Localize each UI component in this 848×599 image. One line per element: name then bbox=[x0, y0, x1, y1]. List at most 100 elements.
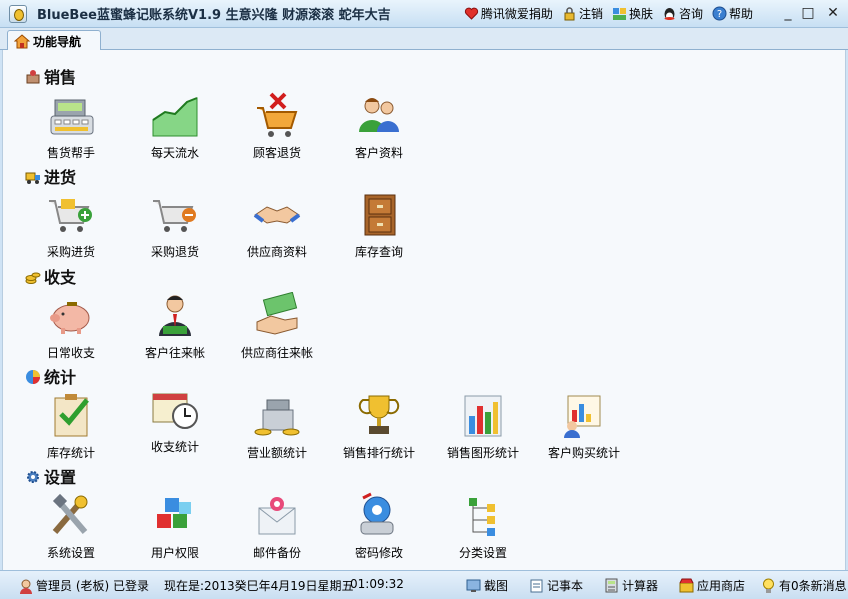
store-icon bbox=[679, 578, 694, 593]
tab-function-nav[interactable]: 功能导航 bbox=[7, 30, 101, 51]
screenshot-icon bbox=[466, 578, 481, 593]
file-cabinet-icon bbox=[353, 191, 405, 239]
title-menu: 腾讯微爱捐助 注销 换肤 咨询 ? 帮助 bbox=[464, 5, 753, 22]
close-button[interactable]: ✕ bbox=[823, 4, 843, 22]
item-label: 密码修改 bbox=[354, 546, 403, 560]
money-hand-icon bbox=[251, 291, 303, 340]
item-stock-stats[interactable]: 库存统计 bbox=[21, 392, 121, 461]
item-purchase-return[interactable]: 采购退货 bbox=[125, 191, 225, 260]
growth-chart-icon bbox=[149, 92, 201, 140]
lock-icon bbox=[562, 6, 577, 21]
cart-minus-icon bbox=[149, 191, 201, 239]
cart-add-icon bbox=[45, 191, 97, 239]
item-daily-flow[interactable]: 每天流水 bbox=[125, 92, 225, 161]
piggy-bank-icon bbox=[45, 292, 97, 340]
item-label: 客户资料 bbox=[354, 146, 403, 160]
screenshot-button[interactable]: 截图 bbox=[466, 577, 508, 594]
tab-strip: 功能导航 bbox=[0, 28, 848, 51]
help-button[interactable]: ? 帮助 bbox=[712, 5, 753, 22]
skin-button[interactable]: 换肤 bbox=[612, 5, 653, 22]
item-label: 供应商往来帐 bbox=[240, 346, 313, 360]
item-sales-chart[interactable]: 销售图形统计 bbox=[433, 392, 533, 461]
tools-icon bbox=[45, 492, 97, 540]
item-label: 系统设置 bbox=[46, 546, 95, 560]
section-sales: 销售 bbox=[25, 64, 76, 88]
logout-label: 注销 bbox=[578, 7, 603, 21]
item-user-permissions[interactable]: 用户权限 bbox=[125, 492, 225, 561]
cash-register-icon bbox=[45, 92, 97, 140]
item-supplier-accounts[interactable]: 供应商往来帐 bbox=[227, 291, 327, 361]
bar-chart-icon bbox=[457, 392, 509, 440]
function-nav-panel: 销售 售货帮手 每天流水 顾客退货 客户资料 进货 采购进货 采购退货 供应商资… bbox=[2, 50, 846, 570]
section-title: 设置 bbox=[44, 468, 77, 487]
item-income-expense-stats[interactable]: 收支统计 bbox=[125, 386, 225, 455]
item-sales-ranking[interactable]: 销售排行统计 bbox=[329, 392, 429, 461]
item-customer-return[interactable]: 顾客退货 bbox=[227, 92, 327, 161]
item-category-settings[interactable]: 分类设置 bbox=[433, 492, 533, 561]
app-store-button[interactable]: 应用商店 bbox=[679, 577, 745, 594]
item-revenue-stats[interactable]: 营业额统计 bbox=[227, 392, 327, 461]
handshake-icon bbox=[251, 191, 303, 239]
section-settings: 设置 bbox=[25, 464, 76, 488]
item-system-settings[interactable]: 系统设置 bbox=[21, 492, 121, 561]
trophy-icon bbox=[353, 392, 405, 440]
consult-button[interactable]: 咨询 bbox=[662, 5, 703, 22]
minimize-button[interactable]: _ bbox=[778, 4, 798, 22]
item-customer-purchase-stats[interactable]: 客户购买统计 bbox=[534, 392, 634, 461]
notepad-button[interactable]: 记事本 bbox=[529, 577, 583, 594]
help-icon: ? bbox=[712, 6, 727, 21]
section-income-expense: 收支 bbox=[25, 264, 76, 288]
item-label: 库存查询 bbox=[354, 245, 403, 259]
window-title: BlueBee蓝蜜蜂记账系统V1.9 生意兴隆 财源滚滚 蛇年大吉 bbox=[37, 8, 391, 23]
donate-label: 腾讯微爱捐助 bbox=[480, 7, 553, 21]
calendar-clock-icon bbox=[149, 386, 201, 434]
item-label: 销售排行统计 bbox=[342, 446, 415, 460]
item-stock-query[interactable]: 库存查询 bbox=[329, 191, 429, 260]
tab-label: 功能导航 bbox=[33, 34, 82, 49]
item-label: 采购进货 bbox=[46, 245, 95, 259]
item-purchase-in[interactable]: 采购进货 bbox=[21, 191, 121, 260]
item-label: 收支统计 bbox=[150, 440, 199, 454]
cart-remove-icon bbox=[251, 92, 303, 140]
item-daily-income-expense[interactable]: 日常收支 bbox=[21, 292, 121, 361]
messages-button[interactable]: 有0条新消息 bbox=[761, 577, 847, 594]
register-coins-icon bbox=[251, 392, 303, 440]
lightbulb-icon bbox=[761, 578, 776, 593]
logout-button[interactable]: 注销 bbox=[562, 5, 603, 22]
customer-report-icon bbox=[558, 392, 610, 440]
mail-icon bbox=[251, 492, 303, 540]
section-title: 销售 bbox=[44, 68, 77, 87]
skin-icon bbox=[612, 6, 627, 21]
consult-label: 咨询 bbox=[678, 7, 703, 21]
help-label: 帮助 bbox=[728, 7, 753, 21]
calculator-button[interactable]: 计算器 bbox=[604, 577, 658, 594]
skin-label: 换肤 bbox=[628, 7, 653, 21]
item-supplier-info[interactable]: 供应商资料 bbox=[227, 191, 327, 260]
item-password-change[interactable]: 密码修改 bbox=[329, 492, 429, 561]
section-title: 进货 bbox=[44, 168, 77, 187]
customers-icon bbox=[353, 92, 405, 140]
section-statistics: 统计 bbox=[25, 364, 76, 388]
item-label: 邮件备份 bbox=[252, 546, 301, 560]
maximize-button[interactable]: □ bbox=[798, 4, 818, 22]
item-customer-accounts[interactable]: 客户往来帐 bbox=[125, 292, 225, 361]
blocks-icon bbox=[149, 492, 201, 540]
checklist-icon bbox=[45, 392, 97, 440]
item-mail-backup[interactable]: 邮件备份 bbox=[227, 492, 327, 561]
date-label: 现在是:2013癸巳年4月19日星期五 bbox=[164, 579, 354, 593]
user-status: 管理员 (老板) 已登录 bbox=[18, 577, 149, 594]
pie-icon bbox=[25, 369, 40, 384]
item-customer-info[interactable]: 客户资料 bbox=[329, 92, 429, 161]
item-label: 分类设置 bbox=[458, 546, 507, 560]
calculator-label: 计算器 bbox=[622, 579, 659, 593]
notepad-icon bbox=[529, 578, 544, 593]
businessman-icon bbox=[149, 292, 201, 340]
app-logo-icon bbox=[9, 4, 27, 23]
tree-icon bbox=[457, 492, 509, 540]
notepad-label: 记事本 bbox=[547, 579, 584, 593]
item-sales-helper[interactable]: 售货帮手 bbox=[21, 92, 121, 161]
item-label: 日常收支 bbox=[46, 346, 95, 360]
item-label: 采购退货 bbox=[150, 245, 199, 259]
section-purchase: 进货 bbox=[25, 164, 76, 188]
donate-button[interactable]: 腾讯微爱捐助 bbox=[464, 5, 553, 22]
